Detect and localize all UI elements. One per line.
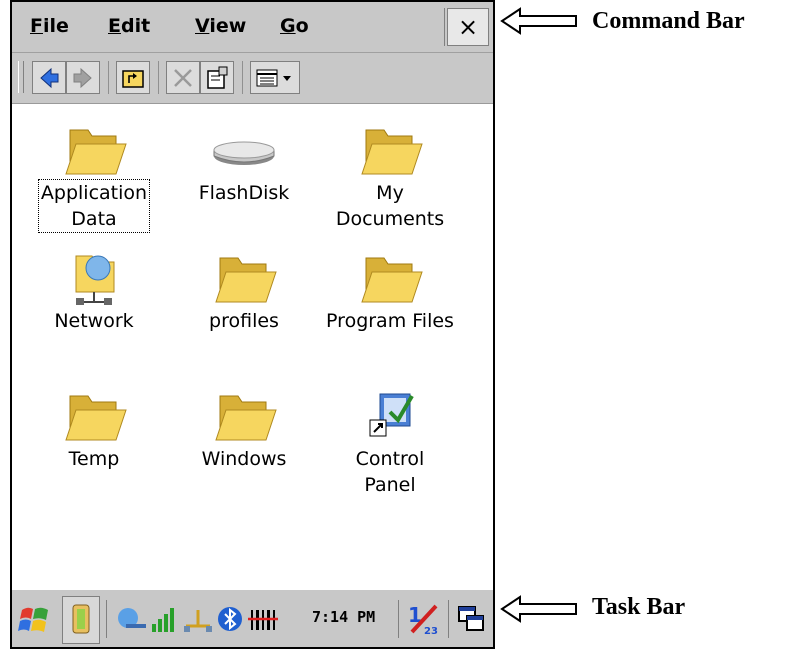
bluetooth-icon[interactable]	[216, 604, 244, 634]
folder-icon	[204, 248, 284, 308]
task-bar-arrow	[500, 595, 577, 623]
start-button[interactable]	[18, 604, 52, 640]
signal-icon[interactable]	[150, 604, 178, 634]
list-item[interactable]: Network	[24, 248, 164, 334]
properties-icon	[207, 66, 228, 89]
switch-window-icon[interactable]	[456, 604, 486, 634]
flash-disk-icon	[204, 120, 284, 180]
up-folder-icon	[122, 69, 144, 88]
properties-button[interactable]	[200, 61, 234, 94]
menu-separator	[444, 8, 445, 46]
menu-go[interactable]: Go	[280, 15, 309, 37]
delete-icon	[174, 68, 192, 87]
battery-icon	[72, 604, 90, 634]
view-options-button[interactable]	[250, 61, 300, 94]
command-bar-annotation: Command Bar	[592, 8, 745, 34]
item-label: FlashDisk	[198, 182, 290, 204]
list-item[interactable]: My Documents	[320, 120, 460, 232]
taskbar-separator	[448, 600, 449, 638]
folder-icon	[350, 120, 430, 180]
delete-button[interactable]	[166, 61, 200, 94]
svg-text:23: 23	[424, 626, 438, 636]
list-item[interactable]: FlashDisk	[174, 120, 314, 206]
close-button[interactable]: ×	[447, 8, 489, 46]
folder-icon	[204, 386, 284, 446]
menu-file[interactable]: File	[30, 15, 69, 37]
up-folder-button[interactable]	[116, 61, 150, 94]
taskbar-separator	[106, 600, 107, 638]
item-label: Windows	[201, 448, 287, 470]
item-label: Program Files	[326, 310, 454, 332]
item-label: My Documents	[335, 182, 445, 230]
item-label: Network	[54, 310, 134, 332]
back-icon	[40, 67, 59, 88]
folder-icon	[54, 386, 134, 446]
item-label: Application Data	[37, 179, 151, 233]
view-options-icon	[256, 69, 291, 86]
menu-view[interactable]: View	[195, 15, 246, 37]
command-bar-arrow	[500, 7, 577, 35]
toolbar-separator	[242, 61, 243, 94]
item-label: Temp	[68, 448, 120, 470]
connection-icon[interactable]	[116, 606, 148, 634]
folder-icon	[54, 120, 134, 180]
clock[interactable]: 7:14 PM	[312, 608, 375, 626]
back-button[interactable]	[32, 61, 66, 94]
taskbar-separator	[398, 600, 399, 638]
task-bar-annotation: Task Bar	[592, 594, 686, 620]
forward-icon	[73, 67, 92, 88]
input-panel-icon[interactable]: 1 23	[406, 602, 440, 636]
list-item[interactable]: profiles	[174, 248, 314, 334]
list-item[interactable]: Application Data	[24, 120, 164, 233]
list-item[interactable]: Windows	[174, 386, 314, 472]
list-item[interactable]: Control Panel	[320, 386, 460, 498]
network-status-icon[interactable]	[182, 606, 214, 634]
forward-button[interactable]	[66, 61, 100, 94]
menu-edit[interactable]: Edit	[108, 15, 150, 37]
battery-status[interactable]	[62, 596, 100, 644]
control-panel-icon	[350, 386, 430, 446]
toolbar-grip[interactable]	[18, 61, 24, 93]
command-bar: File Edit View Go ×	[12, 2, 493, 53]
folder-icon	[350, 248, 430, 308]
item-label: profiles	[209, 310, 279, 332]
start-icon	[18, 607, 48, 632]
toolbar-separator	[108, 61, 109, 94]
scanner-icon[interactable]	[248, 606, 278, 632]
toolbar	[12, 53, 493, 104]
network-icon	[54, 248, 134, 308]
task-bar: 7:14 PM 1 23	[12, 588, 493, 647]
file-list: Application Data FlashDisk My Documents	[12, 104, 493, 574]
list-item[interactable]: Program Files	[320, 248, 460, 334]
list-item[interactable]: Temp	[24, 386, 164, 472]
device-screen: File Edit View Go × Application Data Fla…	[10, 0, 495, 649]
item-label: Control Panel	[355, 448, 425, 496]
toolbar-separator	[158, 61, 159, 94]
